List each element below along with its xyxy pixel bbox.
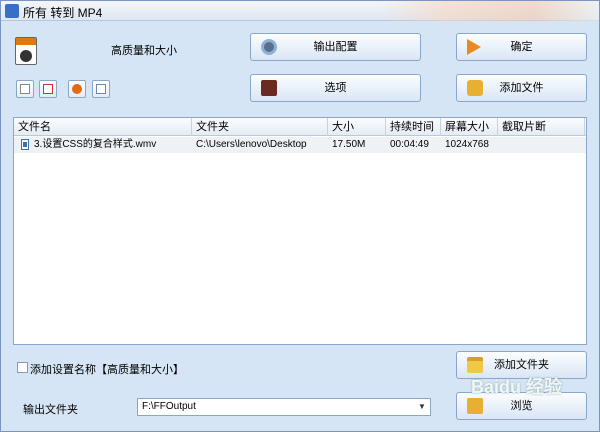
play-icon (72, 84, 82, 94)
browse-label: 浏览 (510, 400, 533, 412)
column-header-folder[interactable]: 文件夹 (192, 118, 328, 136)
column-header-resolution[interactable]: 屏幕大小 (441, 118, 498, 136)
add-setting-name-checkbox[interactable] (17, 362, 28, 373)
column-header-size[interactable]: 大小 (328, 118, 386, 136)
properties-icon (96, 84, 106, 94)
title-decoration (379, 1, 599, 21)
app-title-icon (5, 4, 19, 18)
window-title: 所有 转到 MP4 (23, 6, 103, 20)
options-button[interactable]: 选项 (250, 74, 421, 102)
browse-button[interactable]: 浏览 (456, 392, 587, 420)
column-header-filename[interactable]: 文件名 (14, 118, 192, 136)
mp4-format-icon (15, 37, 37, 65)
remove-file-button[interactable] (39, 80, 57, 98)
cell-filename: 3.设置CSS的复合样式.wmv (34, 139, 157, 150)
chevron-down-icon[interactable]: ▼ (414, 399, 430, 415)
ok-button[interactable]: 确定 (456, 33, 587, 61)
properties-button[interactable] (92, 80, 110, 98)
title-bar: 所有 转到 MP4 (1, 1, 599, 21)
cell-size: 17.50M (332, 139, 366, 150)
cell-duration: 00:04:49 (390, 139, 429, 150)
video-file-icon (21, 139, 29, 150)
file-list-header: 文件名 文件夹 大小 持续时间 屏幕大小 截取片断 (14, 118, 586, 136)
output-config-button[interactable]: 输出配置 (250, 33, 421, 61)
output-folder-label: 输出文件夹 (23, 404, 78, 416)
output-config-label: 输出配置 (313, 41, 358, 53)
options-label: 选项 (324, 82, 347, 94)
options-icon (261, 80, 277, 96)
add-file-icon (467, 80, 483, 96)
column-header-duration[interactable]: 持续时间 (386, 118, 441, 136)
gear-icon (261, 39, 277, 55)
column-header-clip[interactable]: 截取片断 (498, 118, 585, 136)
new-file-icon (20, 84, 30, 94)
remove-file-icon (43, 84, 53, 94)
ok-label: 确定 (510, 41, 533, 53)
cell-resolution: 1024x768 (445, 139, 489, 150)
cell-clip (498, 137, 585, 153)
new-file-button[interactable] (16, 80, 34, 98)
file-list[interactable]: 文件名 文件夹 大小 持续时间 屏幕大小 截取片断 3.设置CSS的复合样式.w… (13, 117, 587, 345)
browse-folder-icon (467, 398, 483, 414)
add-file-button[interactable]: 添加文件 (456, 74, 587, 102)
table-row[interactable]: 3.设置CSS的复合样式.wmv C:\Users\lenovo\Desktop… (14, 137, 586, 153)
add-file-label: 添加文件 (499, 82, 544, 94)
arrow-right-icon (467, 39, 481, 55)
add-setting-name-label: 添加设置名称【高质量和大小】 (30, 364, 184, 376)
add-folder-icon (467, 357, 483, 373)
add-folder-button[interactable]: 添加文件夹 (456, 351, 587, 379)
output-profile-label: 高质量和大小 (111, 45, 177, 57)
add-folder-label: 添加文件夹 (494, 359, 549, 371)
output-folder-select[interactable]: F:\FFOutput ▼ (137, 398, 431, 416)
output-folder-value: F:\FFOutput (142, 401, 196, 412)
play-button[interactable] (68, 80, 86, 98)
main-window: 所有 转到 MP4 高质量和大小 输出配置 确定 选项 添加文件 文件名 文件夹… (0, 0, 600, 432)
cell-folder: C:\Users\lenovo\Desktop (196, 139, 307, 150)
